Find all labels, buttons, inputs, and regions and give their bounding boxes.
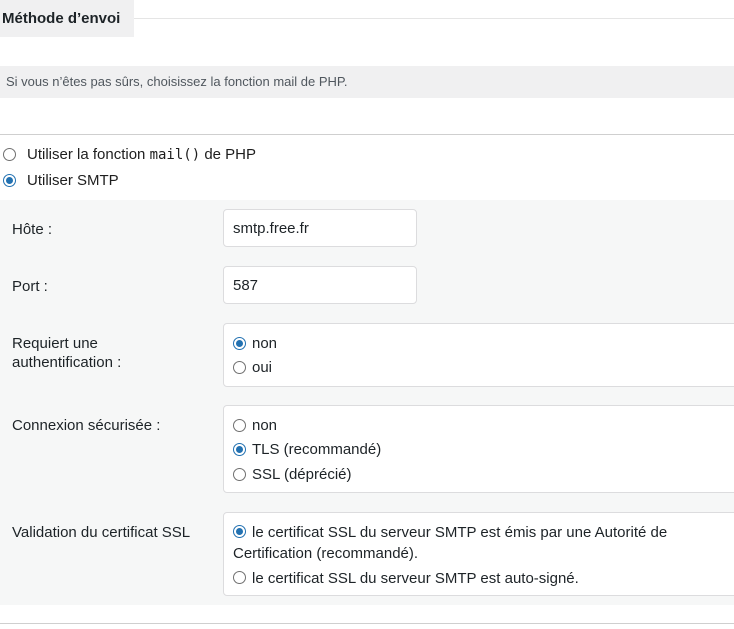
auth-non-radio[interactable] <box>233 337 246 350</box>
secure-option-tls[interactable]: TLS (recommandé) <box>233 441 381 458</box>
auth-oui-radio[interactable] <box>233 361 246 374</box>
secure-label: Connexion sécurisée : <box>12 417 161 434</box>
method-mail-label: Utiliser la fonction mail() de PHP <box>27 146 257 163</box>
smtp-settings-panel: Hôte : Port : Requiert une authentificat… <box>0 200 734 605</box>
secure-tls-radio[interactable] <box>233 443 246 456</box>
secure-option-ssl[interactable]: SSL (déprécié) <box>233 466 352 483</box>
ssl-option-ca[interactable]: le certificat SSL du serveur SMTP est ém… <box>233 522 683 564</box>
section-title: Méthode d’envoi <box>0 0 134 37</box>
auth-label: Requiert une authentification : <box>12 335 122 371</box>
section-divider <box>0 134 734 135</box>
port-label: Port : <box>12 278 48 295</box>
method-mail-radio[interactable] <box>3 148 16 161</box>
secure-non-radio[interactable] <box>233 419 246 432</box>
auth-option-non[interactable]: non <box>233 335 277 352</box>
ssl-ca-radio[interactable] <box>233 525 246 538</box>
method-smtp-radio[interactable] <box>3 174 16 187</box>
auth-options-box: non oui <box>223 323 734 387</box>
info-notice: Si vous n’êtes pas sûrs, choisissez la f… <box>0 66 734 98</box>
method-mail-option[interactable]: Utiliser la fonction mail() de PHP <box>3 146 256 163</box>
auth-option-oui[interactable]: oui <box>233 359 272 376</box>
host-input[interactable] <box>223 209 417 247</box>
ssl-validation-label: Validation du certificat SSL <box>12 524 191 541</box>
ssl-option-self-signed[interactable]: le certificat SSL du serveur SMTP est au… <box>233 568 683 589</box>
secure-options-box: non TLS (recommandé) SSL (déprécié) <box>223 405 734 493</box>
ssl-validation-options-box: le certificat SSL du serveur SMTP est ém… <box>223 512 734 596</box>
host-label: Hôte : <box>12 221 53 238</box>
method-smtp-label: Utiliser SMTP <box>27 172 119 189</box>
bottom-divider <box>0 623 734 624</box>
ssl-self-signed-radio[interactable] <box>233 571 246 584</box>
port-input[interactable] <box>223 266 417 304</box>
secure-option-non[interactable]: non <box>233 417 277 434</box>
tab-divider <box>134 18 734 19</box>
secure-ssl-radio[interactable] <box>233 468 246 481</box>
method-smtp-option[interactable]: Utiliser SMTP <box>3 172 119 189</box>
